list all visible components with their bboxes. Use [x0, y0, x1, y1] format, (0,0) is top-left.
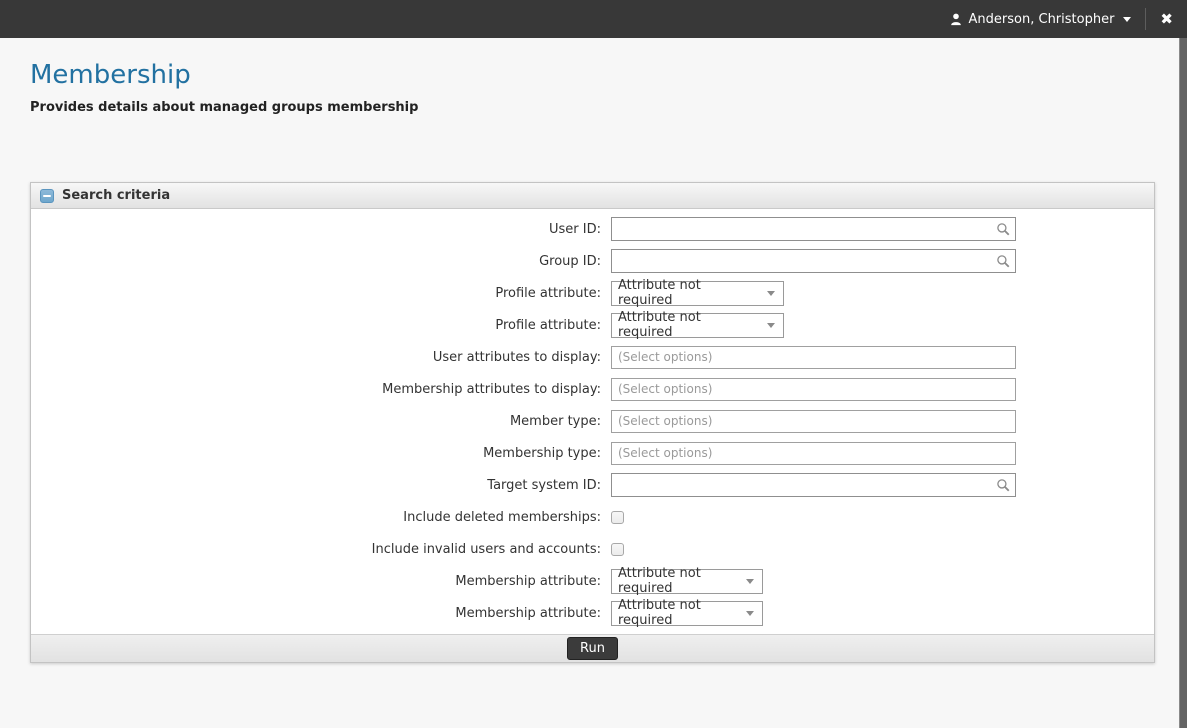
- membership-attribute-select[interactable]: Attribute not required: [611, 569, 763, 594]
- field-label: Target system ID:: [31, 478, 601, 493]
- field-control: Attribute not required: [611, 281, 784, 306]
- field-control: Attribute not required: [611, 601, 763, 626]
- field-control: (Select options): [611, 410, 1016, 433]
- field-label: Member type:: [31, 414, 601, 429]
- minus-icon: [43, 195, 51, 197]
- scrollbar[interactable]: [1179, 38, 1187, 728]
- include-invalid-users-and-accounts-checkbox[interactable]: [611, 543, 624, 556]
- include-deleted-memberships-checkbox[interactable]: [611, 511, 624, 524]
- field-row-group-id: Group ID:: [31, 245, 1154, 277]
- close-button[interactable]: ✖: [1160, 12, 1173, 27]
- profile-attribute-2-select[interactable]: Attribute not required: [611, 313, 784, 338]
- search-icon[interactable]: [996, 254, 1011, 273]
- search-icon[interactable]: [996, 478, 1011, 497]
- close-icon: ✖: [1160, 10, 1173, 28]
- selected-value: Attribute not required: [618, 310, 757, 340]
- field-control: (Select options): [611, 378, 1016, 401]
- placeholder-text: (Select options): [618, 382, 712, 396]
- field-label: Group ID:: [31, 254, 601, 269]
- panel-title: Search criteria: [62, 188, 170, 203]
- topbar-divider: [1145, 8, 1146, 30]
- field-row-profile-attribute: Profile attribute: Attribute not required: [31, 277, 1154, 309]
- page-title: Membership: [30, 60, 191, 90]
- topbar: Anderson, Christopher ✖: [0, 0, 1187, 38]
- user-icon: [949, 12, 963, 26]
- chevron-down-icon: [1123, 17, 1131, 22]
- panel-footer: Run: [31, 634, 1154, 662]
- chevron-down-icon: [767, 291, 775, 296]
- field-control: (Select options): [611, 442, 1016, 465]
- field-label: Include deleted memberships:: [31, 510, 601, 525]
- field-label: Membership attribute:: [31, 574, 601, 589]
- field-control: [611, 511, 624, 524]
- search-icon[interactable]: [996, 222, 1011, 241]
- field-row-member-type: Member type: (Select options): [31, 405, 1154, 437]
- search-criteria-form: User ID: Group ID: Profile attribute: Attri…: [31, 209, 1154, 634]
- field-control: [611, 217, 1016, 241]
- placeholder-text: (Select options): [618, 350, 712, 364]
- field-control: (Select options): [611, 346, 1016, 369]
- field-control: [611, 543, 624, 556]
- placeholder-text: (Select options): [618, 414, 712, 428]
- field-label: Include invalid users and accounts:: [31, 542, 601, 557]
- field-label: Membership type:: [31, 446, 601, 461]
- membership-attributes-to-display-multiselect[interactable]: (Select options): [611, 378, 1016, 401]
- field-label: Profile attribute:: [31, 286, 601, 301]
- placeholder-text: (Select options): [618, 446, 712, 460]
- panel-header: Search criteria: [31, 183, 1154, 209]
- field-label: User ID:: [31, 222, 601, 237]
- chevron-down-icon: [746, 611, 754, 616]
- field-control: Attribute not required: [611, 569, 763, 594]
- collapse-button[interactable]: [40, 189, 54, 203]
- user-attributes-to-display-multiselect[interactable]: (Select options): [611, 346, 1016, 369]
- membership-type-multiselect[interactable]: (Select options): [611, 442, 1016, 465]
- field-label: User attributes to display:: [31, 350, 601, 365]
- profile-attribute-select[interactable]: Attribute not required: [611, 281, 784, 306]
- field-control: Attribute not required: [611, 313, 784, 338]
- run-button[interactable]: Run: [567, 637, 618, 660]
- member-type-multiselect[interactable]: (Select options): [611, 410, 1016, 433]
- selected-value: Attribute not required: [618, 566, 736, 596]
- user-id-input[interactable]: [611, 217, 1016, 241]
- field-row-user-id: User ID:: [31, 213, 1154, 245]
- field-row-membership-attribute: Membership attribute: Attribute not requi…: [31, 565, 1154, 597]
- user-menu[interactable]: Anderson, Christopher: [949, 12, 1132, 27]
- field-control: [611, 249, 1016, 273]
- field-row-membership-attribute-2: Membership attribute: Attribute not requi…: [31, 597, 1154, 629]
- field-row-target-system-id: Target system ID:: [31, 469, 1154, 501]
- selected-value: Attribute not required: [618, 278, 757, 308]
- field-control: [611, 473, 1016, 497]
- field-row-include-invalid-users-and-accounts: Include invalid users and accounts:: [31, 533, 1154, 565]
- field-row-user-attributes-to-display: User attributes to display: (Select optio…: [31, 341, 1154, 373]
- field-label: Membership attributes to display:: [31, 382, 601, 397]
- page-subtitle: Provides details about managed groups me…: [30, 100, 418, 115]
- field-row-membership-type: Membership type: (Select options): [31, 437, 1154, 469]
- chevron-down-icon: [746, 579, 754, 584]
- selected-value: Attribute not required: [618, 598, 736, 628]
- field-row-profile-attribute-2: Profile attribute: Attribute not required: [31, 309, 1154, 341]
- field-label: Membership attribute:: [31, 606, 601, 621]
- field-label: Profile attribute:: [31, 318, 601, 333]
- search-criteria-panel: Search criteria User ID: Group ID: Profile…: [30, 182, 1155, 663]
- target-system-id-input[interactable]: [611, 473, 1016, 497]
- chevron-down-icon: [767, 323, 775, 328]
- field-row-membership-attributes-to-display: Membership attributes to display: (Select…: [31, 373, 1154, 405]
- group-id-input[interactable]: [611, 249, 1016, 273]
- field-row-include-deleted-memberships: Include deleted memberships:: [31, 501, 1154, 533]
- membership-attribute-2-select[interactable]: Attribute not required: [611, 601, 763, 626]
- user-name: Anderson, Christopher: [969, 12, 1115, 27]
